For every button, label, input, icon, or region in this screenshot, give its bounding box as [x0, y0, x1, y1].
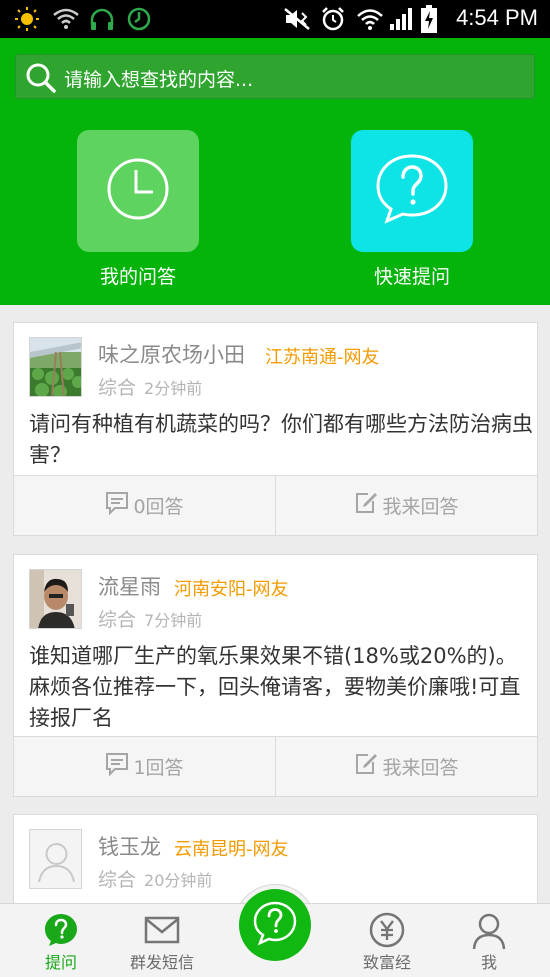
question-bubble-icon	[252, 900, 298, 950]
status-bar: 4:54 PM	[0, 0, 550, 38]
search-placeholder: 请输入想查找的内容...	[64, 69, 254, 91]
answer-button-label: 我来回答	[382, 496, 459, 518]
answers-count-button[interactable]: 1回答	[14, 737, 275, 796]
question-card[interactable]: 流星雨 河南安阳-网友 综合 7分钟前 谁知道哪厂生产的氧乐果效果不错(18%或2…	[13, 554, 538, 797]
edit-icon	[354, 752, 378, 781]
quick-ask-button[interactable]	[351, 130, 473, 252]
post-meta: 综合 20分钟前	[98, 865, 212, 892]
sun-icon	[14, 6, 40, 32]
post-time: 7分钟前	[144, 611, 203, 630]
post-meta: 综合 7分钟前	[98, 605, 202, 632]
clock-icon	[105, 156, 171, 226]
search-icon	[25, 62, 57, 98]
answers-count-label: 1回答	[133, 757, 184, 779]
question-text[interactable]: 请问有种植有机蔬菜的吗？你们都有哪些方法防治病虫害？	[29, 409, 534, 471]
user-location: 河南安阳-网友	[174, 579, 289, 600]
avatar[interactable]	[29, 569, 82, 629]
alarm-icon	[320, 6, 346, 32]
my-qa-label: 我的问答	[99, 266, 176, 288]
question-bubble-icon	[373, 151, 451, 231]
user-name[interactable]: 味之原农场小田	[98, 339, 245, 369]
tab-label: 致富经	[362, 953, 411, 972]
wifi-icon	[356, 6, 384, 32]
answer-button[interactable]: 我来回答	[275, 737, 537, 796]
post-category: 综合	[98, 609, 137, 631]
answers-count-label: 0回答	[133, 496, 184, 518]
battery-charging-icon	[420, 5, 438, 33]
card-actions: 1回答 我来回答	[14, 736, 537, 796]
status-time: 4:54 PM	[456, 5, 538, 30]
post-time: 2分钟前	[144, 379, 203, 398]
mute-vibrate-icon	[282, 6, 312, 32]
tab-label: 我	[480, 953, 497, 972]
tab-wealth[interactable]: 致富经	[332, 904, 442, 977]
wifi-question-icon	[52, 6, 80, 32]
quick-ask-label: 快速提问	[373, 266, 450, 288]
search-bar[interactable]: 请输入想查找的内容...	[15, 54, 535, 99]
post-meta: 综合 2分钟前	[98, 373, 202, 400]
envelope-icon	[144, 916, 180, 948]
question-card[interactable]: 味之原农场小田 江苏南通-网友 综合 2分钟前 请问有种植有机蔬菜的吗？你们都有哪…	[13, 322, 538, 536]
power-save-icon	[126, 6, 152, 32]
headphones-icon	[88, 6, 116, 32]
comment-icon	[105, 491, 129, 520]
post-category: 综合	[98, 869, 137, 891]
tab-me[interactable]: 我	[434, 904, 544, 977]
edit-icon	[354, 491, 378, 520]
signal-icon	[388, 6, 414, 32]
question-bubble-icon	[43, 912, 79, 952]
answer-button-label: 我来回答	[382, 757, 459, 779]
user-location: 江苏南通-网友	[265, 347, 380, 368]
tab-group-sms[interactable]: 群发短信	[107, 904, 217, 977]
avatar[interactable]	[29, 829, 82, 889]
center-ask-button[interactable]	[239, 889, 311, 961]
comment-icon	[105, 752, 129, 781]
tab-ask[interactable]: 提问	[6, 904, 116, 977]
my-qa-button[interactable]	[77, 130, 199, 252]
user-name[interactable]: 流星雨	[98, 571, 161, 601]
post-category: 综合	[98, 377, 137, 399]
tab-label: 群发短信	[129, 953, 194, 972]
tab-label: 提问	[44, 953, 77, 972]
question-text[interactable]: 谁知道哪厂生产的氧乐果效果不错(18%或20%的)。麻烦各位推荐一下，回头俺请客…	[29, 641, 534, 734]
card-actions: 0回答 我来回答	[14, 475, 537, 535]
avatar[interactable]	[29, 337, 82, 397]
yuan-icon	[369, 912, 405, 952]
header: 请输入想查找的内容... 我的问答 快速提问	[0, 38, 550, 305]
answers-count-button[interactable]: 0回答	[14, 476, 275, 535]
user-name[interactable]: 钱玉龙	[98, 831, 161, 861]
answer-button[interactable]: 我来回答	[275, 476, 537, 535]
post-time: 20分钟前	[144, 871, 213, 890]
person-icon	[471, 912, 507, 954]
user-location: 云南昆明-网友	[174, 839, 289, 860]
